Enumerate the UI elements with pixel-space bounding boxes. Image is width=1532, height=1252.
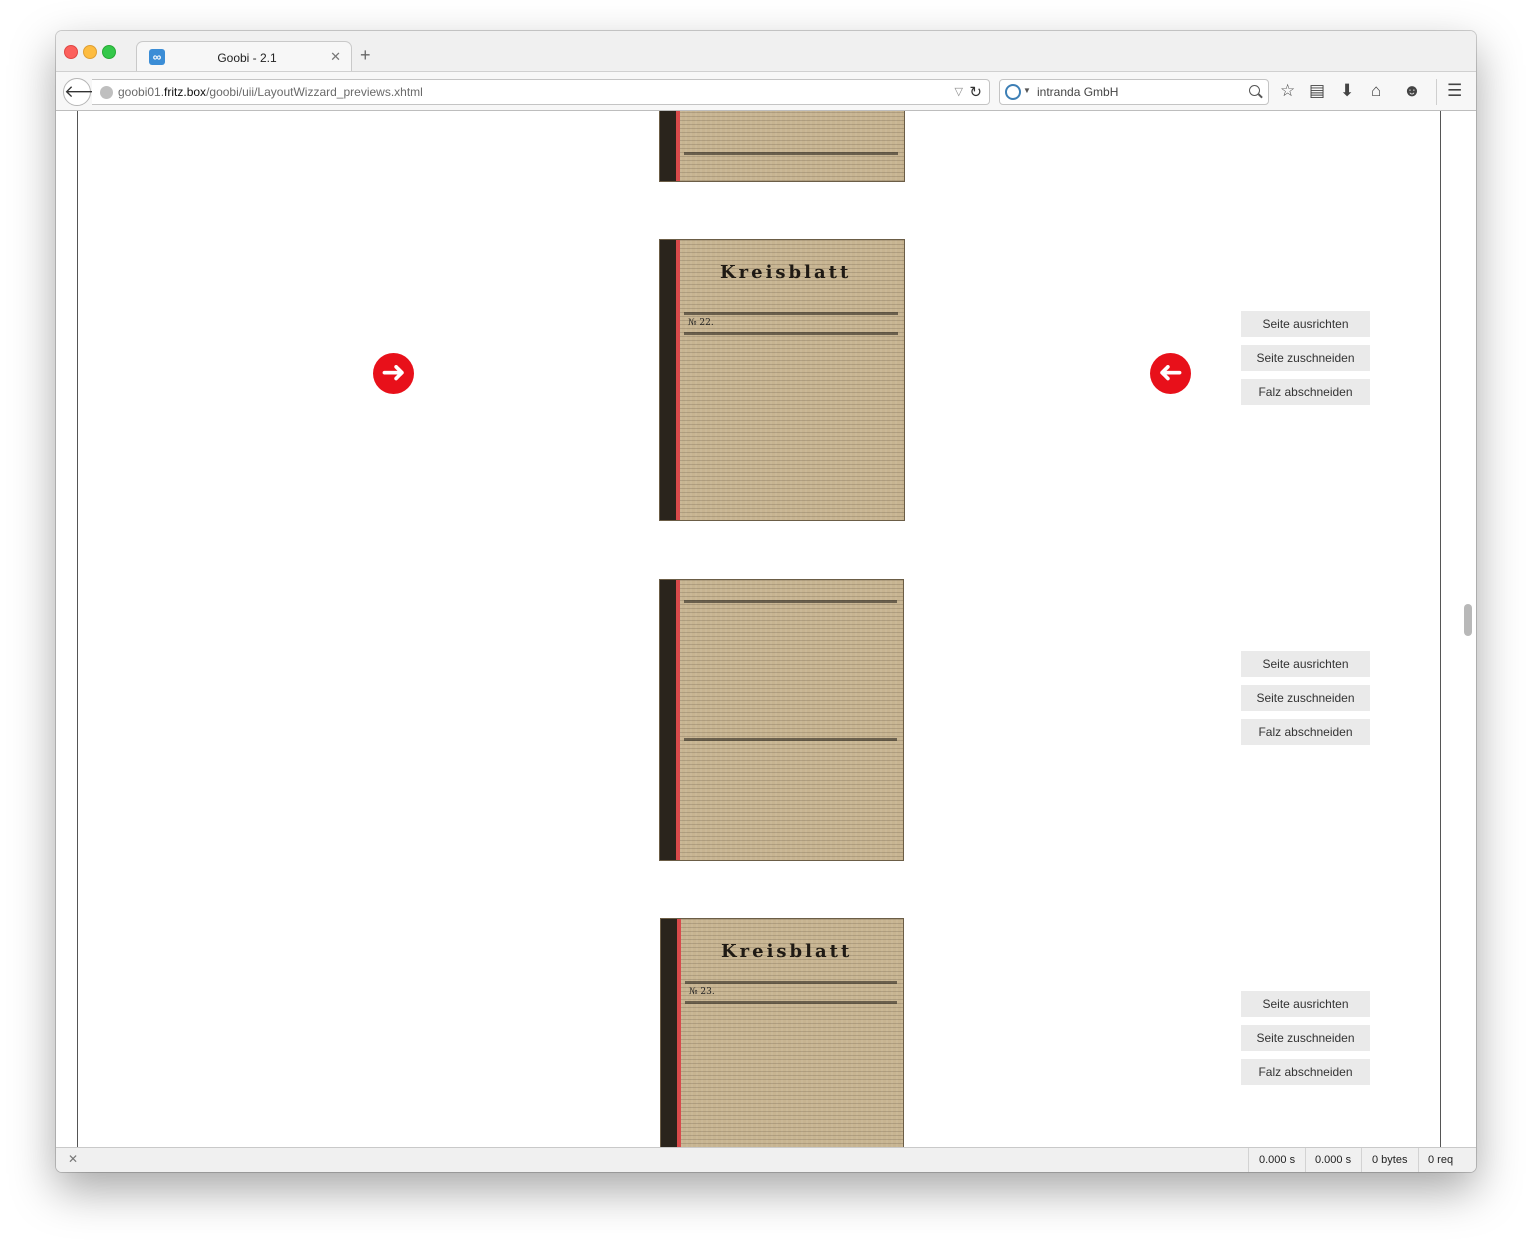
page-rule [684, 738, 897, 741]
url-host: fritz.box [164, 85, 207, 99]
page-rule [684, 312, 898, 315]
tab-close-icon[interactable]: ✕ [330, 49, 341, 65]
url-path: /goobi/uii/LayoutWizzard_previews.xhtml [206, 85, 423, 99]
page-issue-number: № 22. [688, 318, 714, 328]
status-bar: ✕ 0.000 s 0.000 s 0 bytes 0 req [56, 1147, 1476, 1172]
page-masthead: Kreisblatt [721, 941, 853, 962]
home-icon[interactable]: ⌂ [1371, 81, 1381, 101]
content-frame-left [77, 111, 78, 1147]
minimize-window-button[interactable] [83, 45, 97, 59]
align-page-button[interactable]: Seite ausrichten [1241, 311, 1370, 337]
page-content[interactable]: Kreisblatt № 22. ➜ ➜ Seite ausrichten Se… [56, 111, 1476, 1147]
status-separator [1418, 1148, 1419, 1172]
goobi-infinity-icon: ∞ [149, 49, 165, 65]
page-preview-image[interactable]: Kreisblatt № 23. [660, 918, 904, 1147]
tab-strip: ∞ Goobi - 2.1 ✕ + [56, 31, 1476, 72]
search-bar[interactable]: ▼ intranda GmbH [999, 79, 1269, 105]
content-frame-right [1440, 111, 1441, 1147]
globe-icon [100, 86, 113, 99]
crop-page-button[interactable]: Seite zuschneiden [1241, 685, 1370, 711]
tab-title: Goobi - 2.1 [217, 51, 277, 65]
bookmark-star-icon[interactable]: ☆ [1280, 81, 1295, 101]
align-page-button[interactable]: Seite ausrichten [1241, 651, 1370, 677]
page-rule [684, 332, 898, 335]
status-requests: 0 req [1428, 1154, 1454, 1166]
new-tab-icon[interactable]: + [360, 46, 371, 64]
crop-page-button[interactable]: Seite zuschneiden [1241, 345, 1370, 371]
status-time-1: 0.000 s [1259, 1154, 1296, 1166]
search-input[interactable]: intranda GmbH [1037, 85, 1118, 99]
arrow-left-circle-icon[interactable]: ➜ [1150, 353, 1191, 394]
page-rule [685, 981, 897, 984]
vertical-scrollbar-thumb[interactable] [1464, 604, 1472, 636]
search-icon[interactable] [1249, 85, 1260, 96]
reading-list-icon[interactable]: ▤ [1309, 81, 1325, 101]
status-separator [1248, 1148, 1249, 1172]
back-button[interactable]: 🡐 [63, 78, 110, 106]
cut-fold-button[interactable]: Falz abschneiden [1241, 379, 1370, 405]
status-time-2: 0.000 s [1315, 1154, 1352, 1166]
downloads-icon[interactable]: ⬇ [1340, 81, 1354, 101]
align-page-button[interactable]: Seite ausrichten [1241, 991, 1370, 1017]
page-rule [685, 1001, 897, 1004]
url-prefix: goobi01. [118, 85, 165, 99]
page-spine [660, 240, 680, 520]
crop-page-button[interactable]: Seite zuschneiden [1241, 1025, 1370, 1051]
arrow-right-circle-icon[interactable]: ➜ [373, 353, 414, 394]
url-bar[interactable]: goobi01.fritz.box/goobi/uii/LayoutWizzar… [92, 79, 990, 105]
page-preview-image[interactable] [659, 111, 905, 182]
engine-caret-icon[interactable]: ▼ [1023, 86, 1031, 95]
page-rule [684, 152, 898, 155]
page-spine [661, 919, 681, 1147]
page-masthead: Kreisblatt [720, 262, 852, 283]
status-separator [1305, 1148, 1306, 1172]
toolbar-divider [1436, 79, 1437, 105]
navigation-toolbar: 🡐 goobi01.fritz.box/goobi/uii/LayoutWizz… [56, 71, 1476, 111]
zoom-window-button[interactable] [102, 45, 116, 59]
close-window-button[interactable] [64, 45, 78, 59]
intranda-search-engine-icon[interactable] [1005, 84, 1021, 100]
page-preview-image[interactable]: Kreisblatt № 22. [659, 239, 905, 521]
menu-icon[interactable]: ☰ [1447, 81, 1462, 101]
url-text[interactable]: goobi01.fritz.box/goobi/uii/LayoutWizzar… [118, 85, 423, 99]
cut-fold-button[interactable]: Falz abschneiden [1241, 719, 1370, 745]
browser-window: ∞ Goobi - 2.1 ✕ + 🡐 goobi01.fritz.box/go… [56, 31, 1476, 1172]
page-rule [684, 600, 897, 603]
url-history-dropdown-icon[interactable]: ▽ [955, 85, 963, 98]
page-spine [660, 580, 680, 860]
page-issue-number: № 23. [689, 987, 715, 997]
chat-icon[interactable]: ☻ [1403, 81, 1421, 101]
page-spine [660, 111, 680, 181]
status-bytes: 0 bytes [1372, 1154, 1408, 1166]
page-preview-image[interactable] [659, 579, 904, 861]
status-separator [1361, 1148, 1362, 1172]
cut-fold-button[interactable]: Falz abschneiden [1241, 1059, 1370, 1085]
tab-goobi[interactable]: ∞ Goobi - 2.1 ✕ [136, 41, 352, 72]
close-statusbar-icon[interactable]: ✕ [68, 1152, 78, 1166]
reload-icon[interactable]: ↻ [969, 83, 982, 101]
